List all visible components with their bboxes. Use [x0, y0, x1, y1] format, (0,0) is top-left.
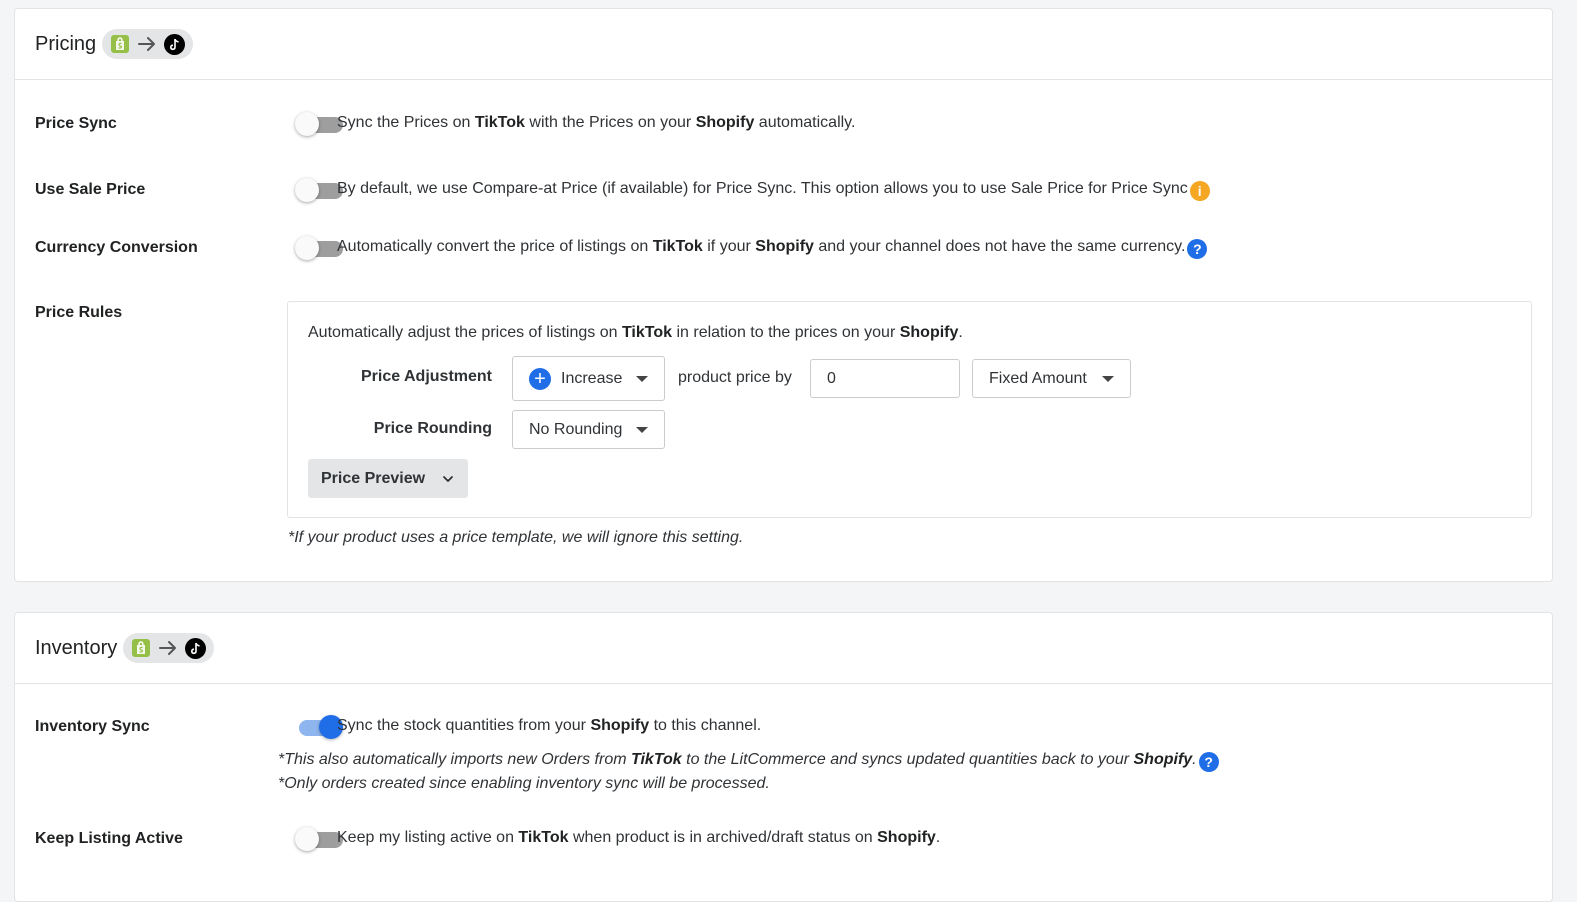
caret-down-icon	[636, 375, 648, 382]
price-amount-input[interactable]: 0	[810, 359, 960, 398]
inventory-sync-description: Sync the stock quantities from your Shop…	[337, 717, 762, 734]
inventory-card: Inventory Inventory Sync Sync the stock	[14, 612, 1553, 902]
use-sale-price-toggle[interactable]	[295, 177, 343, 203]
price-rules-label: Price Rules	[35, 304, 123, 321]
keep-listing-active-description: Keep my listing active on TikTok when pr…	[337, 829, 941, 846]
price-sync-row: Price Sync Sync the Prices on TikTok wit…	[35, 111, 1532, 137]
currency-conversion-description: Automatically convert the price of listi…	[337, 238, 1208, 259]
use-sale-price-description: By default, we use Compare-at Price (if …	[337, 180, 1210, 201]
inventory-processing-note: *Only orders created since enabling inve…	[278, 775, 770, 792]
product-price-by-text: product price by	[678, 369, 792, 386]
use-sale-price-label: Use Sale Price	[35, 181, 146, 198]
arrow-right-icon	[159, 641, 177, 655]
pricing-title: Pricing	[35, 32, 97, 55]
inventory-orders-note: *This also automatically imports new Ord…	[278, 751, 1219, 772]
inventory-title: Inventory	[35, 636, 118, 659]
use-sale-price-row: Use Sale Price By default, we use Compar…	[35, 177, 1532, 203]
currency-conversion-toggle[interactable]	[295, 235, 343, 261]
inventory-header: Inventory	[15, 613, 1552, 684]
price-preview-button[interactable]: Price Preview	[308, 459, 468, 498]
keep-listing-active-label: Keep Listing Active	[35, 830, 183, 847]
price-adjustment-label: Price Adjustment	[361, 368, 492, 385]
price-adjustment-select[interactable]: + Increase	[512, 356, 665, 401]
arrow-right-icon	[138, 37, 156, 51]
amount-type-select[interactable]: Fixed Amount	[972, 359, 1131, 398]
tiktok-icon	[185, 637, 207, 659]
price-sync-description: Sync the Prices on TikTok with the Price…	[337, 114, 856, 131]
pricing-header: Pricing	[15, 9, 1552, 80]
channel-flow-badge	[123, 633, 215, 663]
shopify-icon	[111, 35, 130, 53]
keep-listing-active-row: Keep Listing Active Keep my listing acti…	[35, 826, 1532, 852]
inventory-sync-row: Inventory Sync Sync the stock quantities…	[35, 714, 1532, 740]
inventory-sync-label: Inventory Sync	[35, 718, 150, 735]
keep-listing-active-toggle[interactable]	[295, 826, 343, 852]
currency-conversion-label: Currency Conversion	[35, 239, 198, 256]
inventory-sync-toggle[interactable]	[295, 714, 343, 740]
tiktok-icon	[164, 33, 186, 55]
shopify-icon	[132, 639, 151, 657]
price-rules-intro: Automatically adjust the prices of listi…	[308, 324, 963, 341]
chevron-down-icon	[443, 476, 453, 482]
price-rounding-label: Price Rounding	[373, 420, 492, 437]
currency-conversion-row: Currency Conversion Automatically conver…	[35, 235, 1532, 261]
price-rules-panel: Automatically adjust the prices of listi…	[287, 301, 1532, 518]
price-sync-label: Price Sync	[35, 115, 117, 132]
caret-down-icon	[1102, 375, 1114, 382]
price-sync-toggle[interactable]	[295, 111, 343, 137]
price-rounding-value: No Rounding	[529, 420, 623, 438]
help-icon[interactable]: ?	[1198, 752, 1219, 772]
price-preview-label: Price Preview	[321, 469, 426, 487]
help-icon[interactable]: ?	[1187, 239, 1208, 259]
amount-type-value: Fixed Amount	[989, 369, 1087, 387]
channel-flow-badge	[102, 29, 194, 59]
caret-down-icon	[636, 426, 648, 433]
price-template-note: *If your product uses a price template, …	[288, 529, 744, 546]
plus-circle-icon: +	[529, 367, 551, 390]
info-icon[interactable]: i	[1189, 181, 1210, 201]
price-rounding-select[interactable]: No Rounding	[512, 410, 665, 449]
pricing-card: Pricing Price Sync Sync the Prices on Ti	[14, 8, 1553, 582]
price-adjustment-value: Increase	[561, 369, 623, 387]
